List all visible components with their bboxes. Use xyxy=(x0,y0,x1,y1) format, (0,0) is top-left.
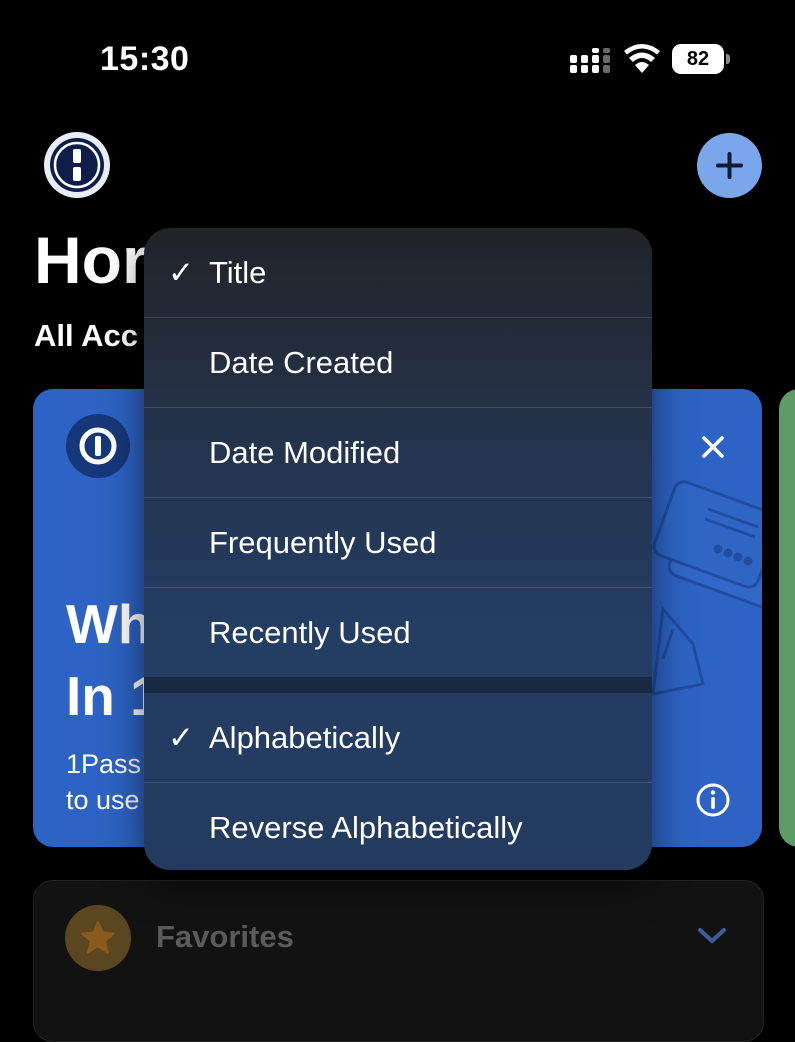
credit-card-illustration-icon xyxy=(651,480,762,696)
sort-menu: ✓ Title Date Created Date Modified Frequ… xyxy=(144,228,652,870)
sort-option-label: Frequently Used xyxy=(209,525,437,560)
checkmark-icon: ✓ xyxy=(168,255,194,290)
order-option-reverse-alphabetically[interactable]: Reverse Alphabetically xyxy=(144,783,652,870)
sort-option-title[interactable]: ✓ Title xyxy=(144,228,652,318)
plus-icon xyxy=(716,152,743,179)
page-title: Hor xyxy=(34,223,148,297)
sort-by-group: ✓ Title Date Created Date Modified Frequ… xyxy=(144,228,652,677)
star-icon xyxy=(81,921,115,954)
sort-option-recently-used[interactable]: Recently Used xyxy=(144,588,652,677)
onepassword-mark-graphic xyxy=(79,427,117,465)
order-option-alphabetically[interactable]: ✓ Alphabetically xyxy=(144,693,652,783)
welcome-card-body: 1Pass to use xyxy=(66,749,142,816)
sort-option-label: Date Modified xyxy=(209,435,401,470)
sort-order-group: ✓ Alphabetically Reverse Alphabetically xyxy=(144,693,652,870)
order-option-label: Alphabetically xyxy=(209,720,401,755)
favorites-label: Favorites xyxy=(156,919,294,954)
battery-tip xyxy=(726,54,730,64)
sort-option-label: Date Created xyxy=(209,345,394,380)
sort-option-label: Title xyxy=(209,255,267,290)
order-option-label: Reverse Alphabetically xyxy=(209,810,523,845)
sort-option-label: Recently Used xyxy=(209,615,411,650)
sort-option-date-created[interactable]: Date Created xyxy=(144,318,652,408)
signal-icon xyxy=(570,48,610,73)
wifi-icon xyxy=(624,44,660,73)
chevron-down-icon[interactable] xyxy=(694,921,730,949)
next-card-peek[interactable] xyxy=(779,389,795,847)
star-icon-badge xyxy=(65,905,131,971)
menu-group-separator xyxy=(144,677,652,693)
checkmark-icon: ✓ xyxy=(168,720,194,755)
status-time: 15:30 xyxy=(100,40,190,78)
onepassword-logo-icon-graphic xyxy=(50,138,104,192)
close-icon[interactable] xyxy=(693,427,733,467)
battery-icon: 82 xyxy=(672,44,730,74)
favorites-section[interactable]: Favorites xyxy=(33,880,764,1042)
account-filter-button[interactable]: All Acc xyxy=(34,318,138,354)
battery-level: 82 xyxy=(672,44,724,74)
sort-option-date-modified[interactable]: Date Modified xyxy=(144,408,652,498)
info-icon[interactable] xyxy=(693,780,733,820)
onepassword-mark-icon xyxy=(66,414,130,478)
add-item-button[interactable] xyxy=(697,133,762,198)
onepassword-logo-icon[interactable] xyxy=(44,132,110,198)
sort-option-frequently-used[interactable]: Frequently Used xyxy=(144,498,652,588)
